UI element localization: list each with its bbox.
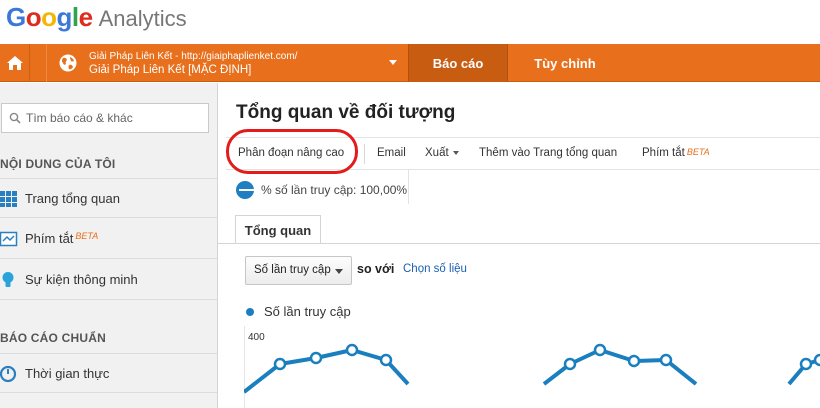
- data-point[interactable]: [799, 357, 813, 371]
- lightbulb-icon: [2, 272, 14, 287]
- home-button[interactable]: [0, 44, 30, 82]
- data-point[interactable]: [627, 354, 641, 368]
- shortcut-label: Phím tắt: [25, 231, 74, 246]
- google-analytics-logo[interactable]: Google Analytics: [6, 2, 187, 36]
- logo-letter: l: [71, 2, 79, 32]
- chevron-down-icon: [335, 269, 343, 274]
- page-title: Tổng quan về đối tượng: [236, 102, 456, 123]
- chevron-down-icon: [452, 150, 459, 155]
- ga-app: Google Analytics Giải Pháp Liên Kết - ht…: [0, 0, 820, 408]
- logo-letter: g: [56, 2, 73, 32]
- sidebar-item-label: Thời gian thực: [25, 366, 110, 381]
- data-point[interactable]: [659, 353, 673, 367]
- account-url: Giải Pháp Liên Kết - http://giaiphaplien…: [89, 51, 298, 62]
- shortcut-label: Phím tắt: [642, 147, 685, 159]
- visits-line-chart[interactable]: 400: [244, 326, 820, 408]
- export-label: Xuất: [425, 147, 449, 159]
- sidebar: Tìm báo cáo & khác NỘI DUNG CỦA TÔI Tran…: [0, 83, 218, 408]
- top-navigation-bar: Giải Pháp Liên Kết - http://giaiphaplien…: [0, 44, 820, 82]
- choose-metric-link[interactable]: Chọn số liệu: [403, 263, 467, 275]
- toolbar-divider: [364, 144, 365, 164]
- highlight-annotation: [226, 129, 358, 174]
- y-tick-label: 400: [248, 332, 265, 343]
- beta-badge: BETA: [686, 147, 710, 157]
- section-standard-reports: BÁO CÁO CHUẨN: [0, 331, 106, 345]
- sidebar-item-shortcuts[interactable]: Phím tắt BETA: [0, 219, 217, 259]
- sidebar-item-realtime[interactable]: Thời gian thực: [0, 353, 217, 393]
- data-point[interactable]: [379, 353, 393, 367]
- shortcut-icon: [0, 231, 18, 247]
- logo-letter: o: [41, 2, 57, 32]
- data-point[interactable]: [563, 357, 577, 371]
- account-selector[interactable]: Giải Pháp Liên Kết - http://giaiphaplien…: [46, 44, 406, 82]
- search-icon: [9, 112, 21, 124]
- chart-legend: Số lần truy cập: [246, 304, 351, 319]
- dashboard-icon: [0, 191, 17, 207]
- globe-icon: [59, 54, 77, 72]
- segment-divider: [408, 170, 409, 204]
- analytics-wordmark: Analytics: [98, 6, 187, 31]
- segment-label: % số lần truy cập: 100,00%: [261, 183, 408, 197]
- legend-label: Số lần truy cập: [264, 304, 351, 319]
- export-button[interactable]: Xuất: [425, 147, 459, 159]
- logo-letter: G: [6, 2, 26, 32]
- compare-text: so với: [357, 262, 395, 276]
- tab-customize[interactable]: Tùy chỉnh: [510, 44, 620, 82]
- segment-indicator: % số lần truy cập: 100,00%: [236, 181, 407, 199]
- beta-badge: BETA: [75, 231, 99, 241]
- tab-reports[interactable]: Báo cáo: [408, 44, 508, 82]
- realtime-icon: [0, 365, 17, 383]
- data-point[interactable]: [345, 343, 359, 357]
- logo-letter: o: [25, 2, 42, 32]
- home-icon: [6, 56, 23, 70]
- tab-baseline: [218, 243, 820, 244]
- email-button[interactable]: Email: [377, 147, 406, 159]
- metric-select-value: Số lần truy cập: [254, 264, 331, 276]
- section-my-content: NỘI DUNG CỦA TÔI: [0, 157, 116, 171]
- sidebar-item-label: Sự kiện thông minh: [25, 272, 138, 287]
- shortcut-button[interactable]: Phím tắt BETA: [642, 147, 710, 159]
- chevron-down-icon: [389, 60, 397, 65]
- account-profile: Giải Pháp Liên Kết [MẶC ĐỊNH]: [89, 64, 252, 76]
- tab-overview[interactable]: Tổng quan: [235, 215, 321, 244]
- sidebar-item-intelligence-events[interactable]: Sự kiện thông minh: [0, 260, 217, 300]
- sidebar-item-label: Trang tổng quan: [25, 191, 120, 206]
- add-to-dashboard-button[interactable]: Thêm vào Trang tổng quan: [479, 147, 617, 159]
- segment-pie-icon: [236, 181, 254, 199]
- sidebar-item-dashboards[interactable]: Trang tổng quan: [0, 178, 217, 218]
- data-point[interactable]: [813, 353, 820, 367]
- data-point[interactable]: [309, 351, 323, 365]
- metric-select[interactable]: Số lần truy cập: [245, 256, 352, 285]
- series-points: [273, 343, 820, 371]
- legend-dot: [246, 307, 254, 316]
- logo-letter: e: [78, 2, 93, 32]
- data-point[interactable]: [273, 357, 287, 371]
- sidebar-item-label: Phím tắt BETA: [25, 231, 98, 246]
- search-placeholder: Tìm báo cáo & khác: [26, 111, 133, 125]
- report-search-input[interactable]: Tìm báo cáo & khác: [1, 103, 209, 133]
- google-wordmark: Google: [6, 2, 93, 33]
- data-point[interactable]: [593, 343, 607, 357]
